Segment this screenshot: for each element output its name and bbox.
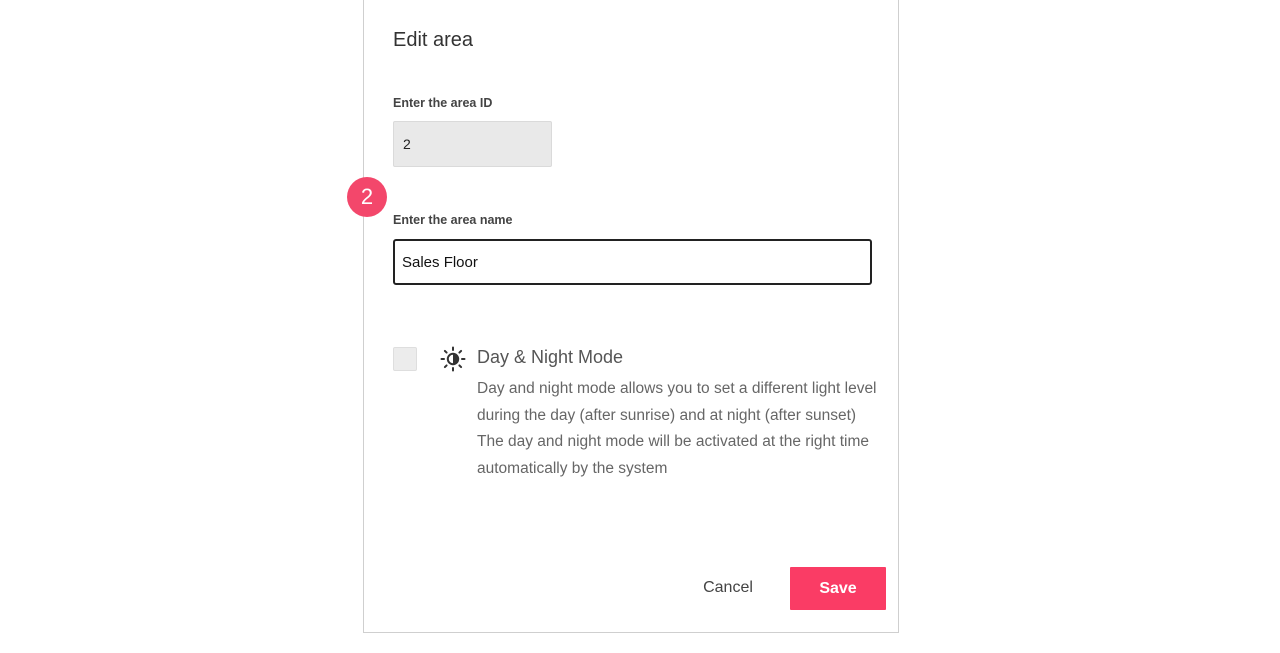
- step-number-badge: 2: [347, 177, 387, 217]
- area-name-label: Enter the area name: [393, 213, 513, 227]
- day-night-description: Day and night mode allows you to set a d…: [477, 376, 877, 482]
- cancel-button[interactable]: Cancel: [686, 567, 770, 609]
- area-id-label: Enter the area ID: [393, 96, 493, 110]
- day-night-description-line-2: The day and night mode will be activated…: [477, 433, 870, 477]
- dialog-title: Edit area: [393, 29, 474, 51]
- day-night-checkbox[interactable]: [393, 347, 417, 371]
- edit-area-dialog: Edit area Enter the area ID Enter the ar…: [363, 0, 899, 633]
- day-night-title: Day & Night Mode: [477, 347, 624, 367]
- day-night-description-line-1: Day and night mode allows you to set a d…: [477, 380, 877, 424]
- area-id-field[interactable]: [393, 121, 552, 167]
- area-name-input[interactable]: [393, 239, 872, 285]
- page: Edit area Enter the area ID Enter the ar…: [0, 0, 1280, 653]
- sun-moon-icon: [440, 346, 466, 372]
- save-button[interactable]: Save: [790, 567, 886, 610]
